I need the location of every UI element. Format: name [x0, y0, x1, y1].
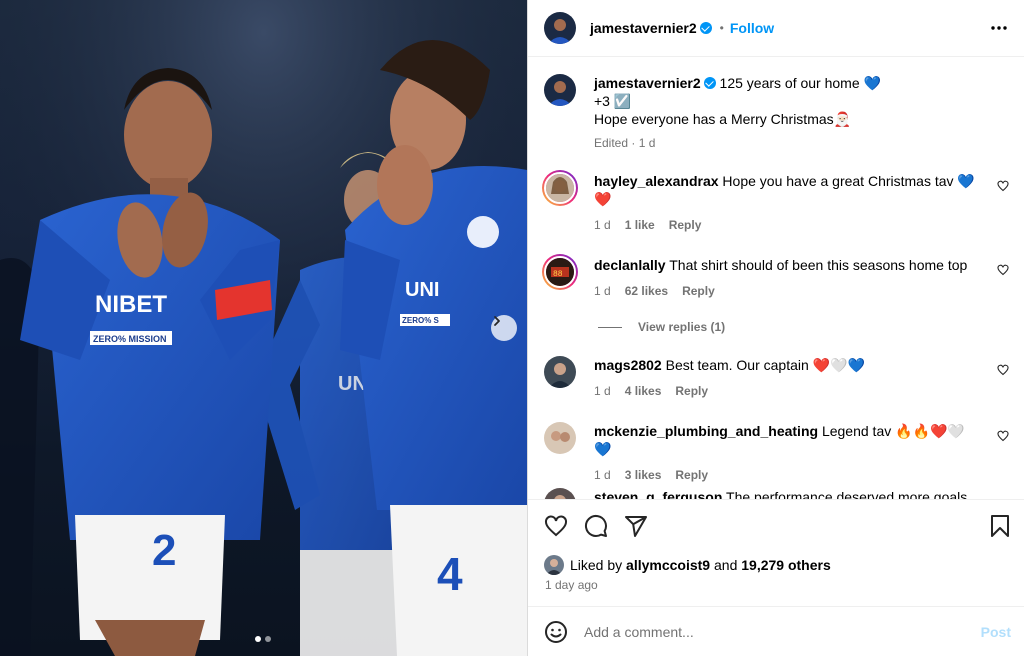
heart-icon[interactable]	[544, 514, 568, 538]
shorts-number-2: 2	[152, 526, 176, 575]
comments-list[interactable]: jamestavernier2 125 years of our home 💙 …	[528, 58, 1024, 499]
liked-by-others[interactable]: 19,279 others	[741, 557, 831, 573]
post-header: jamestavernier2 • Follow	[528, 0, 1024, 57]
svg-text:ZERO% MISSION: ZERO% MISSION	[93, 334, 167, 344]
like-comment-heart-icon[interactable]	[997, 180, 1009, 192]
like-comment-heart-icon[interactable]	[997, 430, 1009, 442]
liked-by-and: and	[714, 557, 738, 573]
share-icon[interactable]	[624, 514, 648, 538]
avatar[interactable]	[544, 74, 576, 106]
chevron-right-icon	[494, 316, 500, 326]
avatar[interactable]	[544, 422, 576, 454]
story-ring[interactable]: 88	[542, 254, 578, 290]
comment-username[interactable]: mags2802	[594, 357, 662, 373]
view-replies-label[interactable]: View replies (1)	[638, 320, 725, 334]
svg-text:UNI: UNI	[405, 279, 439, 301]
comment-item: mags2802 Best team. Our captain ❤️🤍💙 1 d…	[544, 356, 1009, 400]
author-username-text[interactable]: jamestavernier2	[590, 20, 697, 36]
story-ring[interactable]	[542, 170, 578, 206]
caption-username[interactable]: jamestavernier2	[594, 75, 701, 91]
comment-time: 1 d	[594, 284, 611, 298]
comment-username[interactable]: steven_g_ferguson	[594, 489, 722, 499]
verified-badge-icon	[703, 77, 716, 89]
comment-likes[interactable]: 1 like	[625, 216, 655, 234]
comment-likes[interactable]: 62 likes	[625, 282, 668, 300]
edited-timestamp: Edited · 1 d	[594, 136, 656, 150]
avatar[interactable]	[544, 12, 576, 44]
photo-illustration: UNIBE NIBET ZERO% MISSION 2	[0, 0, 527, 656]
caption-line: +3 ☑️	[594, 93, 632, 109]
comment-time: 1 d	[594, 384, 611, 398]
add-comment-bar: Post	[528, 606, 1024, 656]
comment-item: steven_g_ferguson The performance deserv…	[544, 488, 1009, 499]
comment-input[interactable]	[584, 623, 964, 640]
comment-text: The performance deserved more goals	[726, 489, 968, 499]
avatar[interactable]	[544, 488, 576, 499]
comment-icon[interactable]	[584, 514, 608, 538]
comment-item: mckenzie_plumbing_and_heating Legend tav…	[544, 422, 1009, 484]
reply-button[interactable]: Reply	[669, 216, 702, 234]
follow-button[interactable]: Follow	[730, 20, 774, 36]
comment-text: Best team. Our captain ❤️🤍💙	[665, 357, 865, 373]
svg-text:88: 88	[553, 270, 563, 279]
reply-button[interactable]: Reply	[675, 382, 708, 400]
bookmark-icon[interactable]	[989, 514, 1011, 538]
post-comment-button[interactable]: Post	[981, 624, 1011, 640]
caption-text: 125 years of our home 💙	[719, 75, 881, 91]
comment-username[interactable]: mckenzie_plumbing_and_heating	[594, 423, 818, 439]
emoji-icon[interactable]	[544, 620, 568, 644]
post-caption: jamestavernier2 125 years of our home 💙 …	[544, 74, 1009, 152]
comment-time: 1 d	[594, 468, 611, 482]
avatar: 88	[544, 256, 576, 288]
reply-button[interactable]: Reply	[682, 282, 715, 300]
liker-avatar[interactable]	[544, 555, 564, 575]
next-photo-button[interactable]	[491, 315, 517, 341]
shorts-number-4: 4	[437, 548, 463, 600]
svg-text:NIBET: NIBET	[95, 291, 167, 318]
comment-text: That shirt should of been this seasons h…	[669, 257, 968, 273]
separator: •	[719, 21, 724, 35]
reply-button[interactable]: Reply	[675, 466, 708, 484]
carousel-indicator	[255, 636, 271, 642]
comment-likes[interactable]: 4 likes	[625, 382, 662, 400]
comment-likes[interactable]: 3 likes	[625, 466, 662, 484]
comment-item: hayley_alexandrax Hope you have a great …	[542, 170, 1009, 234]
more-options-icon[interactable]	[990, 19, 1008, 37]
view-replies-line	[598, 326, 622, 328]
post-actions: Liked by allymccoist9 and 19,279 others …	[528, 499, 1024, 606]
post-photo: UNIBE NIBET ZERO% MISSION 2	[0, 0, 527, 656]
view-replies-button[interactable]: View replies (1)	[598, 320, 725, 334]
carousel-dot-active	[255, 636, 261, 642]
likes-summary: Liked by allymccoist9 and 19,279 others	[544, 555, 831, 575]
comment-username[interactable]: declanlally	[594, 257, 666, 273]
comment-item: 88 declanlally That shirt should of been…	[542, 254, 1009, 300]
caption-line: Hope everyone has a Merry Christmas🎅🏻	[594, 111, 852, 127]
post-side-panel: jamestavernier2 • Follow jamestavernier2…	[527, 0, 1024, 656]
avatar[interactable]	[544, 356, 576, 388]
svg-text:ZERO% S: ZERO% S	[402, 316, 440, 325]
liked-by-prefix: Liked by	[570, 557, 623, 573]
avatar	[544, 172, 576, 204]
carousel-dot	[265, 636, 271, 642]
comment-username[interactable]: hayley_alexandrax	[594, 173, 719, 189]
post-timestamp[interactable]: 1 day ago	[545, 578, 598, 592]
liked-by-user[interactable]: allymccoist9	[626, 557, 710, 573]
verified-badge-icon	[699, 22, 712, 34]
author-username[interactable]: jamestavernier2	[590, 20, 712, 36]
like-comment-heart-icon[interactable]	[997, 264, 1009, 276]
comment-time: 1 d	[594, 218, 611, 232]
like-comment-heart-icon[interactable]	[997, 364, 1009, 376]
